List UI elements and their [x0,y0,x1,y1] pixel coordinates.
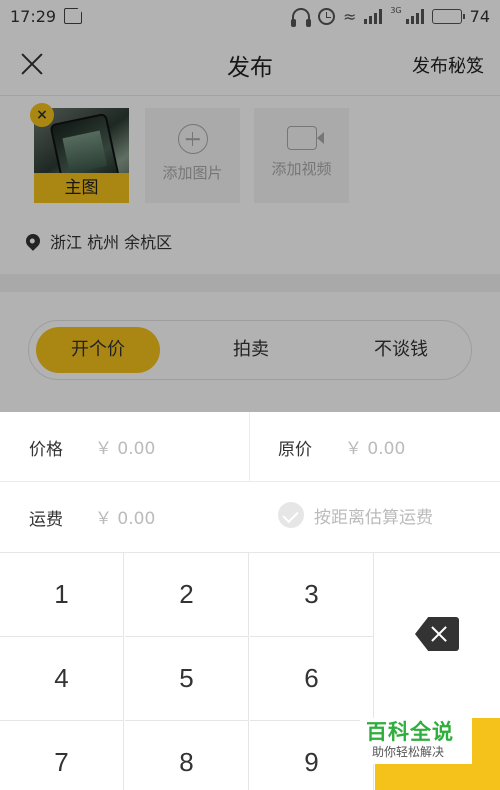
key-8[interactable]: 8 [125,721,249,790]
key-5[interactable]: 5 [125,637,249,721]
key-1[interactable]: 1 [0,553,124,637]
price-input[interactable]: ￥ 0.00 [95,434,155,459]
shipping-row: 运费 ￥ 0.00 按距离估算运费 [0,482,500,552]
dim-overlay[interactable] [0,0,500,412]
checkmark-icon [278,502,304,528]
key-2[interactable]: 2 [125,553,249,637]
watermark-logo: 百科全说 助你轻松解决 [350,718,500,790]
original-price-input[interactable]: ￥ 0.00 [345,434,405,459]
watermark-accent-bottom [375,764,475,790]
original-price-label: 原价 [278,440,312,460]
key-6[interactable]: 6 [250,637,374,721]
key-3[interactable]: 3 [250,553,374,637]
watermark-title: 百科全说 [366,720,454,744]
price-label: 价格 [29,440,63,460]
watermark-subtitle: 助你轻松解决 [372,745,445,759]
key-7[interactable]: 7 [0,721,124,790]
distance-shipping-label: 按距离估算运费 [314,507,433,528]
shipping-input[interactable]: ￥ 0.00 [95,504,155,529]
distance-shipping-checkbox[interactable]: 按距离估算运费 [278,502,433,528]
column-divider [249,412,250,482]
price-row: 价格 ￥ 0.00 原价 ￥ 0.00 [0,412,500,482]
price-input-panel: 价格 ￥ 0.00 原价 ￥ 0.00 运费 ￥ 0.00 按距离估算运费 [0,412,500,552]
shipping-label: 运费 [29,510,63,530]
key-4[interactable]: 4 [0,637,124,721]
